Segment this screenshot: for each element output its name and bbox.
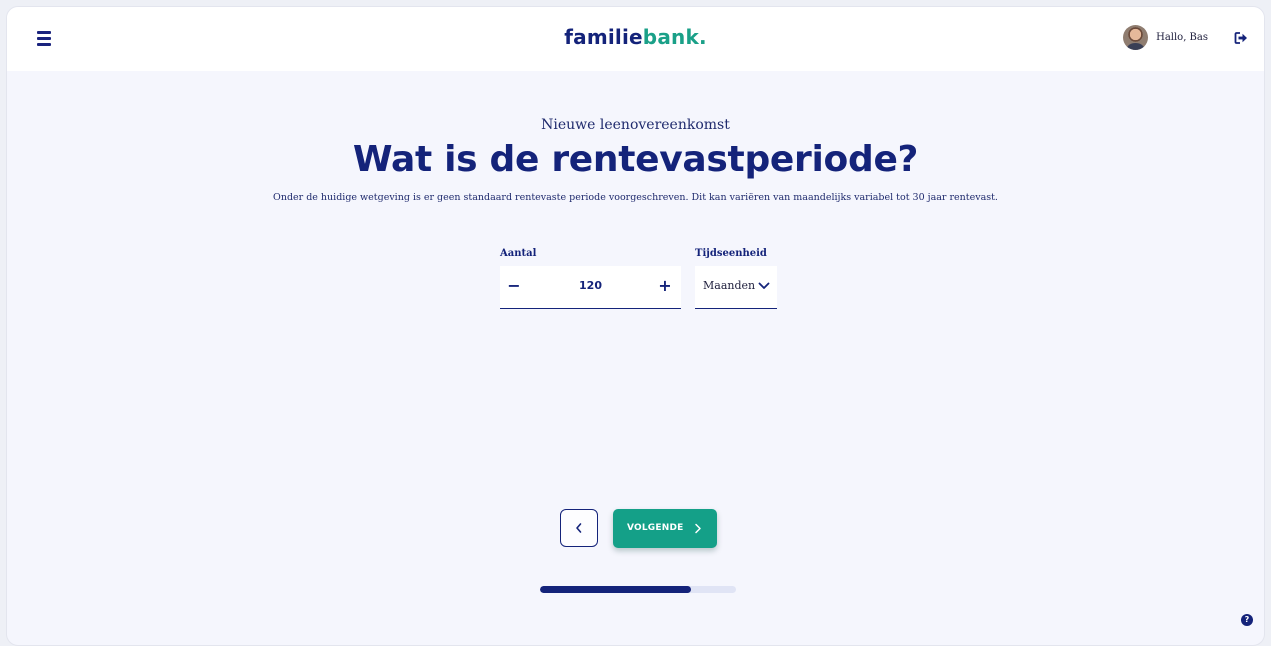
page-title: Wat is de rentevastperiode? [352,139,919,180]
chevron-left-icon [576,523,582,533]
user-greeting: Hallo, Bas [1156,32,1208,43]
next-button[interactable]: VOLGENDE [613,509,717,548]
back-button[interactable] [560,509,598,547]
user-menu[interactable]: Hallo, Bas [1123,25,1208,50]
progress-fill [540,586,691,593]
logout-icon[interactable] [1234,31,1248,45]
increment-button[interactable]: + [655,276,675,296]
brand-name-part1: familie [564,25,643,49]
avatar [1123,25,1149,50]
brand-dot: . [698,25,707,49]
brand-name-part2: bank [642,25,699,49]
brand-logo: familiebank. [7,25,1264,49]
amount-value[interactable]: 120 [530,279,651,292]
quantity-stepper: − 120 + [500,266,681,309]
unit-select-value: Maanden [703,279,756,292]
progress-bar [540,586,736,593]
help-icon[interactable]: ? [1241,614,1253,626]
unit-select[interactable]: Maanden [695,266,777,309]
chevron-right-icon [695,523,701,534]
unit-label: Tijdseenheid [695,248,767,259]
top-bar: familiebank. Hallo, Bas [7,7,1264,71]
page-subtitle: Nieuwe leenovereenkomst [541,117,730,133]
next-button-label: VOLGENDE [627,523,684,533]
page-description: Onder de huidige wetgeving is er geen st… [273,192,998,203]
app-frame: familiebank. Hallo, Bas Nieuwe leenovere… [6,6,1265,646]
chevron-down-icon [758,282,770,289]
amount-label: Aantal [500,248,537,259]
decrement-button[interactable]: − [504,276,524,296]
